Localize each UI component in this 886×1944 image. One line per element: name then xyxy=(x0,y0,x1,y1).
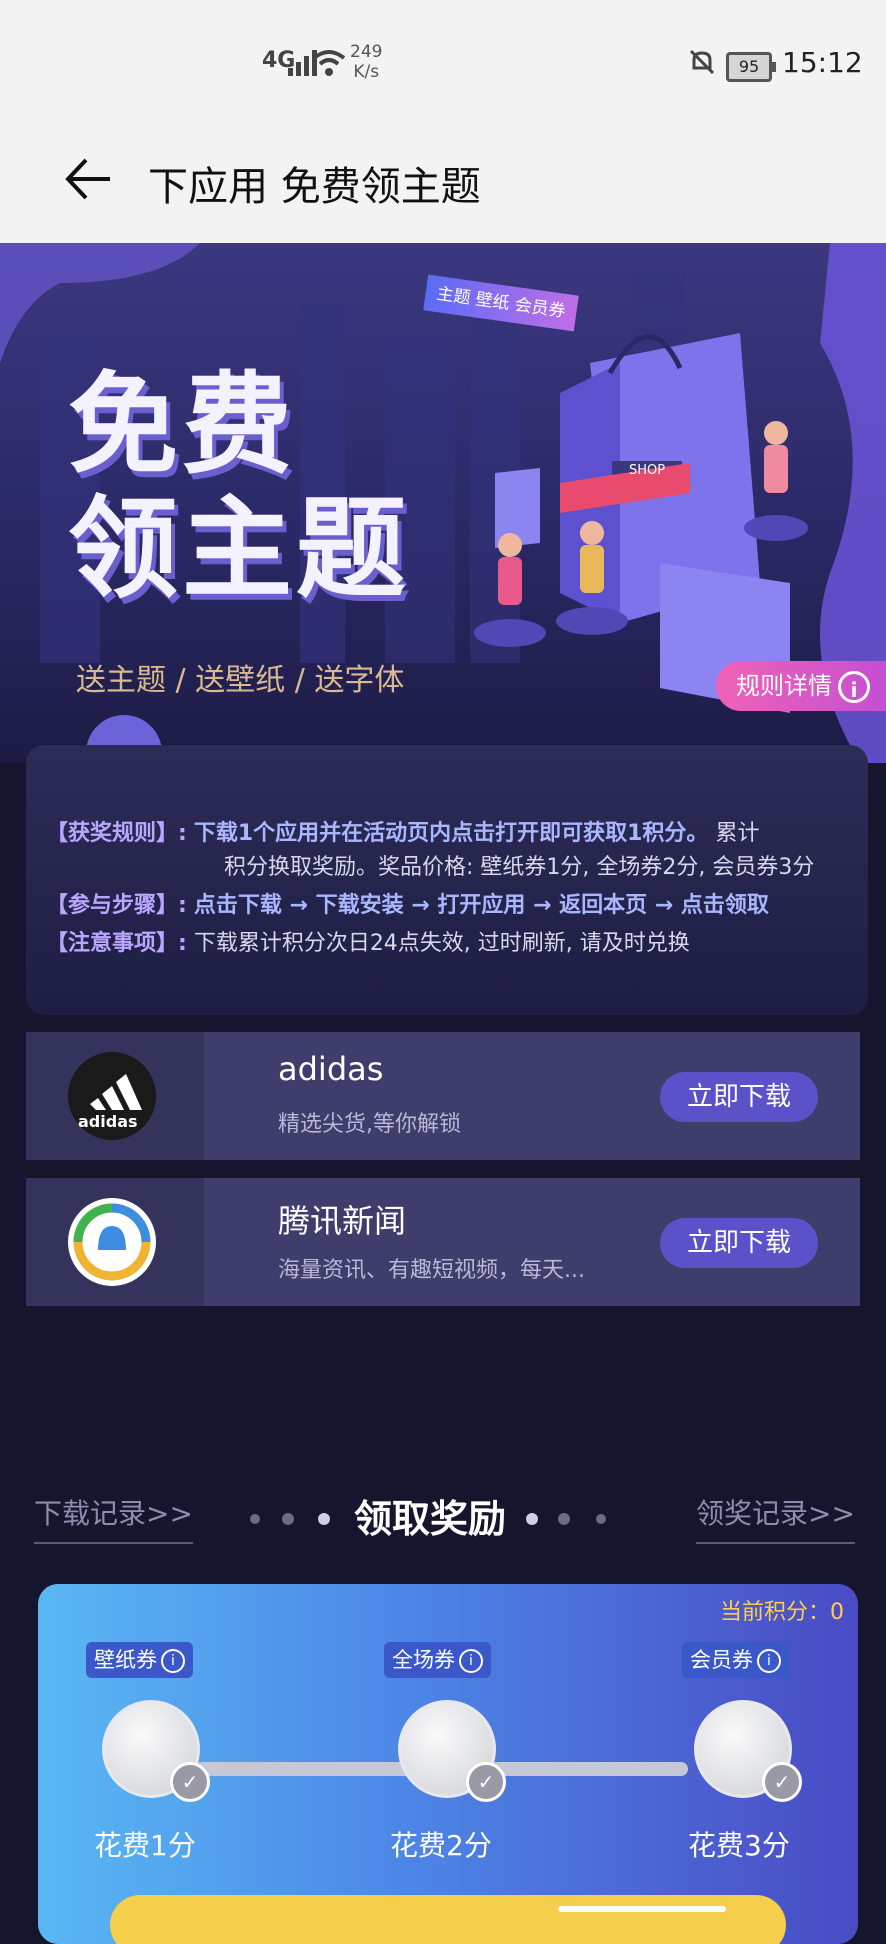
award-rule-key: 【获奖规则】: xyxy=(46,821,187,846)
rewards-title: 领取奖励 xyxy=(354,1497,507,1541)
net-speed-value: 249 xyxy=(350,42,383,62)
tencent-news-logo xyxy=(68,1198,156,1286)
steps-text: 点击下载 → 下载安装 → 打开应用 → 返回本页 → 点击领取 xyxy=(193,893,769,918)
tier-name: 会员券 xyxy=(690,1648,753,1672)
adidas-logo-text: adidas xyxy=(78,1112,138,1131)
tier-tag-all-store[interactable]: 全场券 i xyxy=(384,1642,491,1678)
check-icon: ✓ xyxy=(762,1762,802,1802)
decor-dot xyxy=(596,1514,606,1524)
award-rule-rest1: 累计 xyxy=(715,821,760,846)
battery-icon: 95 xyxy=(726,52,776,82)
download-button-adidas[interactable]: 立即下载 xyxy=(660,1072,818,1122)
rewards-nav: 下载记录>> 领取奖励 领奖记录>> xyxy=(0,1480,886,1560)
net-speed-unit: K/s xyxy=(353,62,380,82)
check-icon: ✓ xyxy=(466,1762,506,1802)
notes-key: 【注意事项】: xyxy=(46,931,187,956)
app-logo-area xyxy=(26,1178,204,1306)
tier-cost: 花费2分 xyxy=(390,1829,492,1862)
rule-detail-label: 规则详情 xyxy=(736,672,832,700)
tier-name: 全场券 xyxy=(392,1648,455,1672)
reward-panel: 当前积分：0 壁纸券 i ✓ 花费1分 全场券 i ✓ 花费2分 会员券 i ✓ 花费… xyxy=(38,1584,858,1944)
hero-headline: 免费 领主题 xyxy=(68,363,410,611)
rule-detail-button[interactable]: 规则详情 i xyxy=(716,661,886,711)
check-icon: ✓ xyxy=(170,1762,210,1802)
decor-dot xyxy=(558,1513,570,1525)
tier-cost: 花费1分 xyxy=(94,1829,196,1862)
app-name: 腾讯新闻 xyxy=(278,1202,407,1240)
steps-key: 【参与步骤】: xyxy=(46,893,187,918)
info-icon: i xyxy=(757,1649,781,1673)
hero-headline-line2: 领主题 xyxy=(68,485,410,613)
award-rule-highlight: 下载1个应用并在活动页内点击打开即可获取1积分。 xyxy=(193,821,709,846)
hero-headline-line1: 免费 xyxy=(68,361,296,489)
status-bar: 4G 249 K/s 95 15:12 xyxy=(0,0,886,130)
download-button-tencent-news[interactable]: 立即下载 xyxy=(660,1218,818,1268)
tier-tag-wallpaper[interactable]: 壁纸券 i xyxy=(86,1642,193,1678)
decor-dot xyxy=(526,1513,538,1525)
tier-cost: 花费3分 xyxy=(688,1829,790,1862)
app-logo-area: adidas xyxy=(26,1032,204,1160)
info-icon: i xyxy=(838,671,870,703)
rules-panel: 【获奖规则】: 下载1个应用并在活动页内点击打开即可获取1积分。 累计 积分换取… xyxy=(26,745,868,1015)
hero-banner: 主题 壁纸 会员券 SHOP 免费 领主题 送主题 / 送壁纸 / 送字体 规则… xyxy=(0,243,886,763)
info-icon: i xyxy=(459,1649,483,1673)
decor-dot xyxy=(250,1514,260,1524)
tier-name: 壁纸券 xyxy=(94,1648,157,1672)
shop-sign: SHOP xyxy=(628,463,666,478)
back-arrow-icon[interactable] xyxy=(62,152,116,206)
app-card-adidas: adidas adidas 精选尖货,等你解锁 立即下载 xyxy=(26,1032,860,1160)
adidas-logo: adidas xyxy=(68,1052,156,1140)
app-desc: 精选尖货,等你解锁 xyxy=(278,1112,461,1137)
wifi-icon xyxy=(312,50,346,76)
app-header: 下应用 免费领主题 xyxy=(0,130,886,243)
app-desc: 海量资讯、有趣短视频，每天... xyxy=(278,1258,585,1283)
home-indicator[interactable] xyxy=(558,1906,726,1912)
decor-dot xyxy=(318,1513,330,1525)
app-name: adidas xyxy=(278,1050,384,1088)
award-rule-line: 【获奖规则】: 下载1个应用并在活动页内点击打开即可获取1积分。 累计 xyxy=(46,815,759,847)
mute-bell-icon xyxy=(689,49,715,75)
info-icon: i xyxy=(161,1649,185,1673)
notes-line: 【注意事项】: 下载累计积分次日24点失效, 过时刷新, 请及时兑换 xyxy=(46,925,690,957)
steps-line: 【参与步骤】: 点击下载 → 下载安装 → 打开应用 → 返回本页 → 点击领取 xyxy=(46,887,769,919)
prize-records-link[interactable]: 领奖记录>> xyxy=(696,1492,855,1544)
net-speed: 249 K/s xyxy=(350,42,382,82)
app-card-tencent-news: 腾讯新闻 海量资讯、有趣短视频，每天... 立即下载 xyxy=(26,1178,860,1306)
clock: 15:12 xyxy=(782,46,863,79)
download-records-link[interactable]: 下载记录>> xyxy=(34,1492,193,1544)
current-points: 当前积分：0 xyxy=(720,1600,844,1625)
notes-text: 下载累计积分次日24点失效, 过时刷新, 请及时兑换 xyxy=(193,931,690,956)
tier-tag-member[interactable]: 会员券 i xyxy=(682,1642,789,1678)
tencent-news-icon xyxy=(73,1203,151,1281)
decor-dot xyxy=(282,1513,294,1525)
hero-subtitle: 送主题 / 送壁纸 / 送字体 xyxy=(76,663,405,698)
page-title: 下应用 免费领主题 xyxy=(148,164,481,210)
award-rule-rest2: 积分换取奖励。奖品价格: 壁纸券1分, 全场券2分, 会员券3分 xyxy=(224,855,815,880)
